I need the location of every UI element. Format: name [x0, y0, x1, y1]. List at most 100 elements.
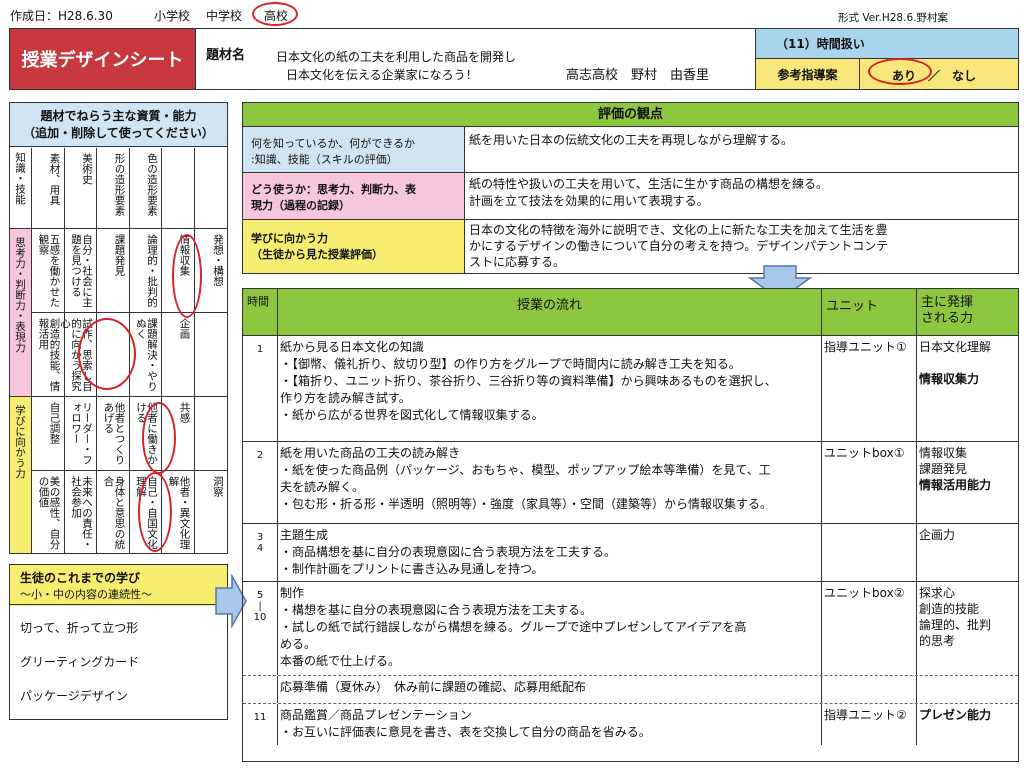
lesson-line: 紙から見る日本文化の知識 [280, 340, 425, 354]
eval-label-line: 現力（過程の記録） [251, 199, 350, 212]
lesson-power: 論理的、批判 [919, 618, 992, 632]
header-power-line: される力 [921, 311, 974, 326]
lesson-powers: 情報収集 課題発見 情報活用能力 [916, 442, 1018, 523]
ability-cell-text: 形の造形要素 [113, 153, 126, 216]
lesson-power: 情報収集力 [919, 372, 980, 386]
ability-cell-text: 課題発見 [113, 234, 126, 276]
ability-cell: 情報収集 [162, 229, 195, 313]
prior-item: パッケージデザイン [20, 689, 128, 703]
ability-cell-text: 未来への責任・社会参加 [69, 476, 93, 550]
reference-no: なし [952, 69, 977, 83]
ability-cell: 他者とつくりあげる [97, 397, 130, 471]
ability-cell: 未来への責任・社会参加 [65, 471, 97, 553]
ability-cell-text: 発想・構想 [212, 234, 224, 287]
ability-cell [194, 313, 227, 397]
prior-item: グリーティングカード [20, 655, 140, 669]
lesson-content: 制作・構想を基に自分の表現意図に合う表現方法を工夫する。・試しの紙で試行錯誤しな… [277, 582, 821, 675]
category-knowledge-label: 知識・技能 [14, 152, 27, 205]
lesson-time: 5 | 10 [253, 590, 267, 623]
lesson-row: 11 商品鑑賞／商品プレゼンテーション ・お互いに評価表に意見を書き、表を交換して自… [243, 703, 1018, 745]
ability-cell: リーダー・フォロワー [64, 397, 97, 471]
eval-label-line: :知識、技能（スキルの評価） [251, 153, 398, 166]
lesson-powers: 企画力 [916, 524, 1018, 581]
ability-cell: 色の造形要素 [129, 148, 162, 229]
ability-cell: 課題発見 [97, 229, 130, 313]
category-thinking-label: 思考力・判断力・表現力 [14, 237, 27, 353]
ability-cell-text: 試作、思索し目的に向かう探究心 [58, 318, 93, 392]
eval-thinking-label: どう使うか：思考力、判断力、表 現力（過程の記録） [243, 173, 465, 220]
lesson-unit [821, 676, 916, 703]
category-knowledge: 知識・技能 [10, 148, 32, 229]
lesson-line: める。 [280, 637, 317, 651]
lesson-line: 紙を用いた商品の工夫の読み解き [280, 446, 461, 460]
ability-cell-text: 自己調整 [48, 402, 61, 444]
lesson-power: 企画力 [919, 528, 956, 542]
created-date: 作成日：H28.6.30 [10, 9, 113, 23]
lesson-line: ・紙から広がる世界を図式化して情報収集する。 [280, 408, 544, 422]
header-time: 時間 [247, 295, 269, 308]
ability-cell: 自分・社会に主題を見つける [64, 229, 97, 313]
lesson-power: 的思考 [919, 634, 956, 648]
abilities-title: 題材でねらう主な資質・能力 [40, 109, 197, 123]
lesson-line: ・お互いに評価表に意見を書き、表を交換して自分の商品を省みる。 [280, 725, 651, 739]
ability-cell-text: 洞察 [212, 476, 224, 497]
eval-label-line: 何を知っているか、何ができるか [251, 137, 416, 150]
evaluation-title: 評価の観点 [243, 103, 1018, 127]
ability-cell [97, 313, 130, 397]
format-version: 形式 Ver.H28.6.野村案 [838, 12, 948, 24]
ability-cell: 他者に働きかける [129, 397, 162, 471]
lesson-line: ・試しの紙で試行錯誤しながら構想を練る。グループで途中プレゼンしてアイデアを高 [280, 620, 747, 634]
lesson-time: 1 [256, 344, 264, 355]
reference-label: 参考指導案 [755, 59, 859, 89]
eval-knowledge-text: 紙を用いた日本の伝統文化の工夫を再現しながら理解する。 [465, 127, 1018, 173]
eval-motivation-text: 日本の文化の特徴を海外に説明でき、文化の上に新たな工夫を加えて生活を豊 かにする… [465, 220, 1018, 273]
ability-cell-text: 情報収集 [178, 234, 191, 276]
sheet-title: 授業デザインシート [10, 29, 196, 89]
level-junior-high: 中学校 [206, 9, 243, 23]
reference-yes: あり [892, 69, 917, 83]
ability-cell: 論理的・批判的 [129, 229, 162, 313]
lesson-powers [916, 676, 1018, 703]
lesson-time: 2 [256, 450, 264, 461]
ability-cell-text: 自分・社会に主題を見つける [69, 234, 93, 308]
ability-cell-text: 他者とつくりあげる [102, 402, 126, 465]
level-elementary: 小学校 [154, 9, 191, 23]
lesson-content: 紙を用いた商品の工夫の読み解き・紙を使った商品例（パッケージ、おもちゃ、模型、ポ… [277, 442, 821, 523]
subject-line-2: 日本文化を伝える企業家になろう！ [286, 68, 478, 82]
eval-text-line: 日本の文化の特徴を海外に説明でき、文化の上に新たな工夫を加えて生活を豊 [469, 223, 888, 237]
lesson-powers: プレゼン能力 [916, 704, 1018, 745]
subject-line-1: 日本文化の紙の工夫を利用した商品を開発し [276, 50, 517, 64]
ability-cell: 自己調整 [32, 397, 65, 471]
lesson-line: 制作 [280, 586, 305, 600]
ability-cell-text: 共感 [178, 402, 191, 423]
lesson-powers: 探求心 創造的技能 論理的、批判 的思考 [916, 582, 1018, 675]
lesson-line: ・構想を基に自分の表現意図に合う表現方法を工夫する。 [280, 603, 593, 617]
ability-cell: 課題解決・やりぬく [129, 313, 162, 397]
ability-cell: 他者・異文化理解 [162, 471, 195, 553]
lesson-content: 応募準備（夏休み） 休み前に課題の確認、応募用紙配布 [277, 676, 821, 703]
lesson-row: 3 4 主題生成 ・商品構想を基に自分の表現意図に合う表現方法を工夫する。 ・制作計画… [243, 523, 1018, 581]
eval-label-line: （生徒から見た授業評価） [251, 248, 383, 261]
lesson-power: 情報活用能力 [919, 478, 992, 492]
lesson-content: 商品鑑賞／商品プレゼンテーション・お互いに評価表に意見を書き、表を交換して自分の… [277, 704, 821, 745]
abilities-grid: 素材、用具 美術史 形の造形要素 色の造形要素 五感を働かせた観察 自分・社会に主題を見つ… [32, 148, 227, 553]
ability-cell: 形の造形要素 [97, 148, 130, 229]
lesson-header: 時間 授業の流れ ユニット 主に発揮 される力 [243, 289, 1018, 335]
ability-cell-text: リーダー・フォロワー [69, 402, 93, 465]
header-power-line: 主に発揮 [921, 295, 974, 310]
lesson-line: 本番の紙で仕上げる。 [280, 654, 401, 668]
lesson-powers: 日本文化理解 情報収集力 [916, 336, 1018, 441]
eval-text-line: 紙の特性や扱いの工夫を用いて、生活に生かす商品の構想を練る。 [469, 177, 829, 191]
lesson-unit [821, 524, 916, 581]
lesson-line: ・【御幣、儀礼折り、紋切り型】の作り方をグループで時間内に読み解き工夫を知る。 [280, 357, 741, 371]
lesson-line: ・紙を使った商品例（パッケージ、おもちゃ、模型、ポップアップ絵本等準備）を見て、… [280, 463, 771, 477]
lesson-line: ・制作計画をプリントに書き込み見通しを持つ。 [280, 562, 544, 576]
lesson-row: 応募準備（夏休み） 休み前に課題の確認、応募用紙配布 [243, 675, 1018, 703]
lesson-time: 3 4 [256, 532, 264, 554]
ability-cell-text: 自己・自国文化理解 [134, 476, 158, 550]
lesson-unit: ユニットbox② [821, 582, 916, 675]
lesson-time [243, 676, 277, 703]
ability-cell-text: 五感を働かせた観察 [37, 234, 61, 308]
lesson-line: 商品鑑賞／商品プレゼンテーション [280, 708, 472, 722]
eval-label-line: どう使うか：思考力、判断力、表 [251, 183, 416, 196]
